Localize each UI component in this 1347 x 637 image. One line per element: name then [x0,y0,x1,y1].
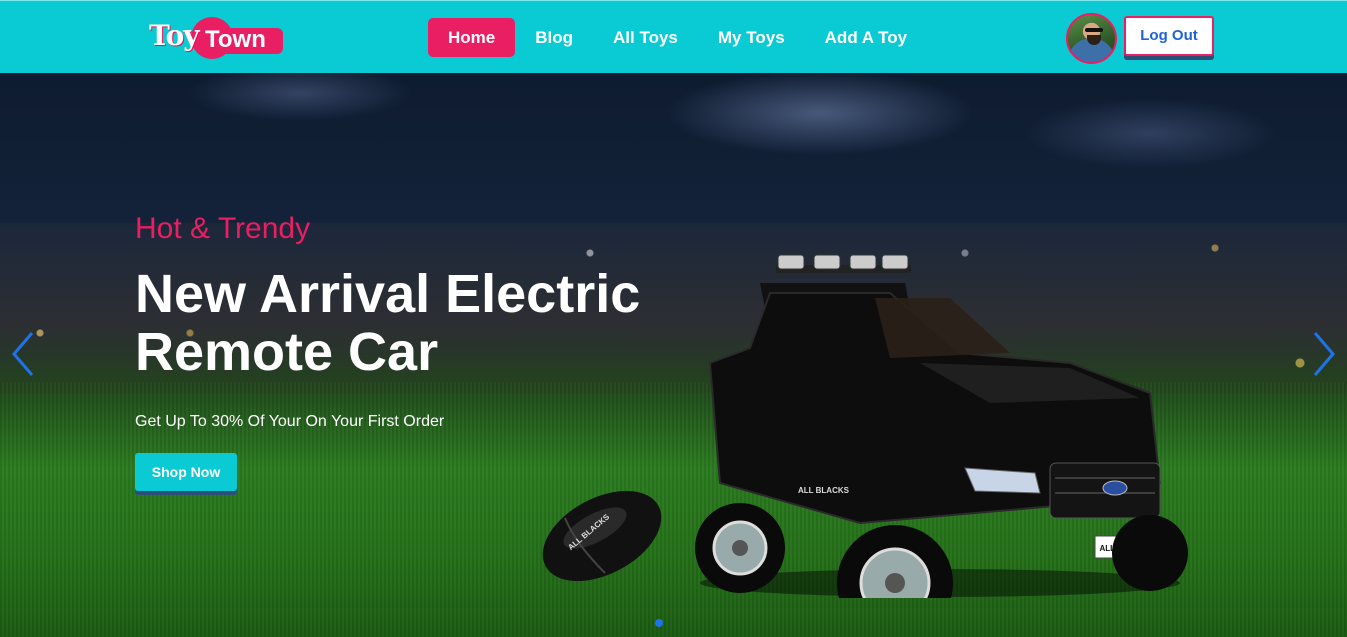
nav-link-home[interactable]: Home [428,18,516,57]
carousel-next-arrow-icon[interactable] [1311,331,1337,377]
brand-logo[interactable]: Toy Town [149,17,289,61]
navbar: Toy Town Home Blog All Toys My Toys Add … [0,0,1347,73]
logo-text-toy: Toy [149,19,200,52]
hero-headline: New Arrival Electric Remote Car [135,264,641,382]
logout-button[interactable]: Log Out [1124,16,1214,56]
carousel-indicator-dot[interactable] [655,619,663,627]
nav-link-add-a-toy[interactable]: Add A Toy [805,18,927,57]
hero-subtitle: Hot & Trendy [135,212,311,245]
nav-link-my-toys[interactable]: My Toys [698,18,805,57]
car-door-label: ALL BLACKS [798,486,850,495]
electric-car-image: ALL BLACKS ALL BLACKS [695,254,1188,598]
avatar-beard-shape [1087,35,1101,45]
user-avatar[interactable] [1066,13,1117,64]
shop-now-button[interactable]: Shop Now [135,453,237,491]
nav-link-all-toys[interactable]: All Toys [593,18,698,57]
logo-text-town: Town [205,26,266,53]
nav-link-blog[interactable]: Blog [515,18,593,57]
nav-links: Home Blog All Toys My Toys Add A Toy [428,18,927,57]
hero-carousel: Hot & Trendy New Arrival Electric Remote… [0,73,1347,637]
hero-tagline: Get Up To 30% Of Your On Your First Orde… [135,413,445,430]
avatar-glasses-shape [1085,28,1103,32]
rugby-ball-image: ALL BLACKS [542,490,662,582]
carousel-prev-arrow-icon[interactable] [10,331,36,377]
